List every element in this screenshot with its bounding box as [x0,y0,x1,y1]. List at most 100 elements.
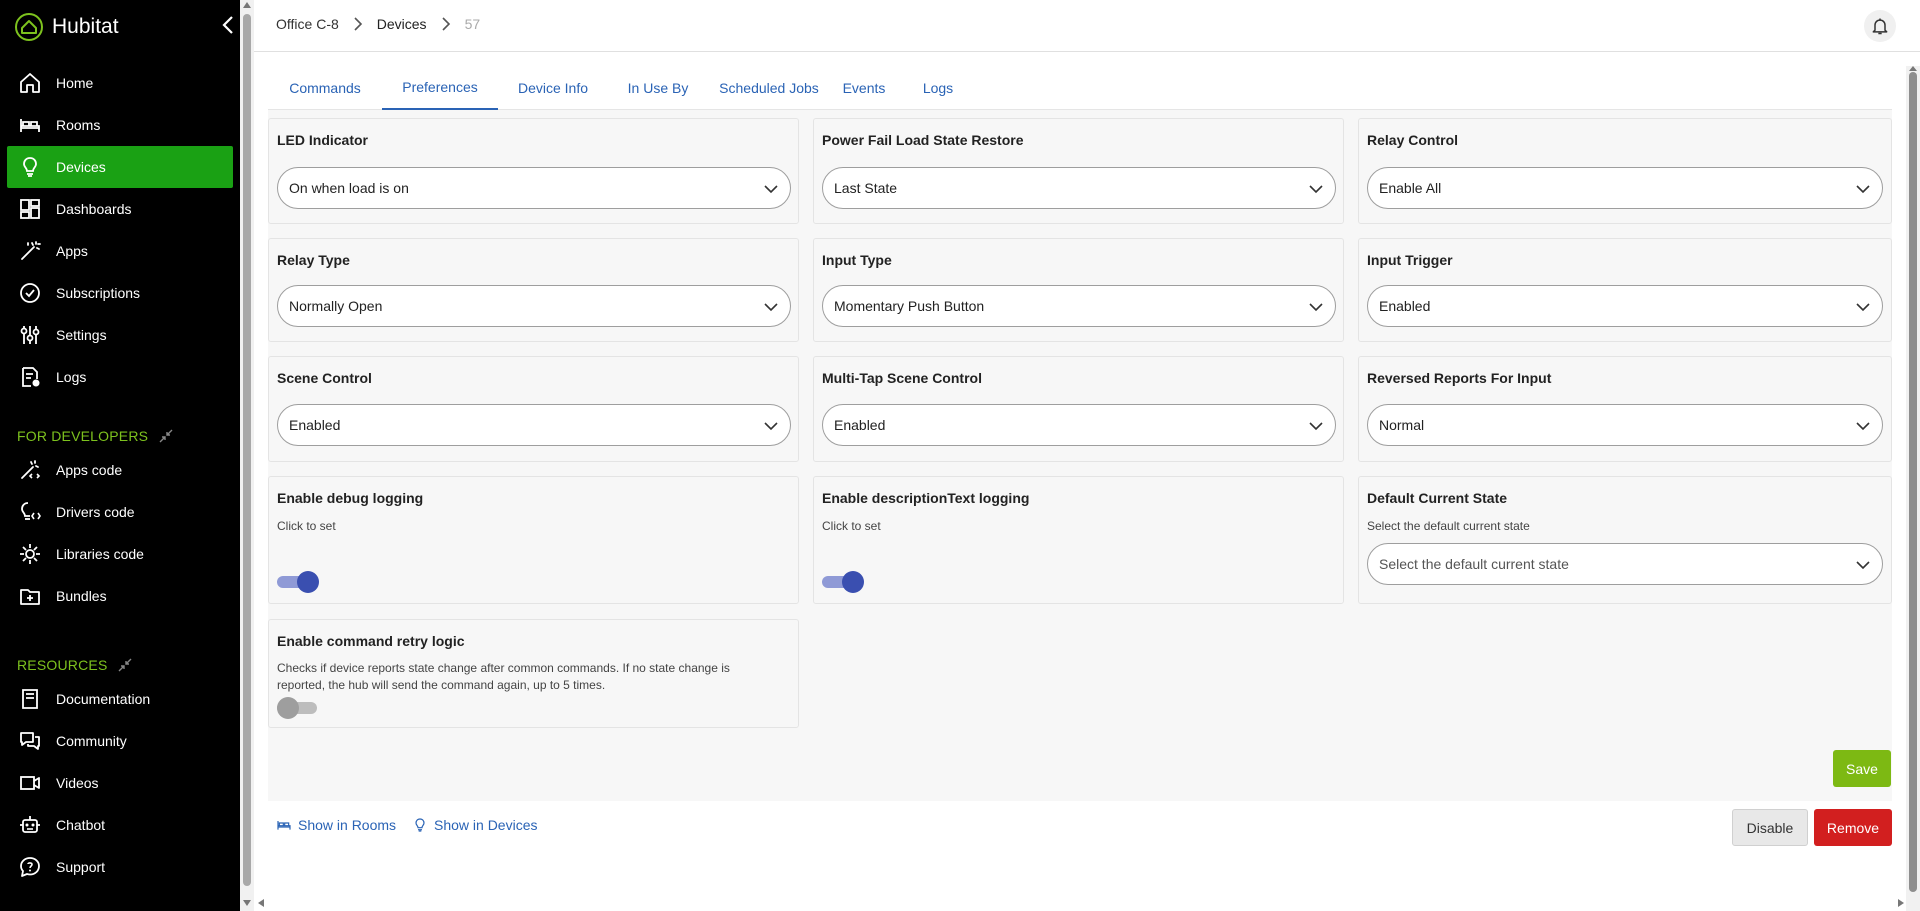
sidebar-item-apps-code[interactable]: Apps code [7,449,233,491]
tab-commands[interactable]: Commands [268,66,382,110]
power-fail-select[interactable]: Last State [822,167,1336,209]
tab-device-info[interactable]: Device Info [498,66,608,110]
sidebar-item-videos[interactable]: Videos [7,762,233,804]
save-button[interactable]: Save [1833,750,1891,787]
debug-logging-toggle[interactable] [277,570,321,594]
breadcrumb-hub[interactable]: Office C-8 [276,16,339,32]
pref-title: Input Trigger [1367,252,1453,268]
pref-relay-type: Relay Type Normally Open [268,238,799,342]
device-footer: Show in Rooms Show in Devices Disable Re… [268,801,1892,851]
content-scrollbar[interactable] [1906,66,1920,911]
pref-power-fail: Power Fail Load State Restore Last State [813,118,1344,224]
sidebar-item-logs[interactable]: Logs [7,356,233,398]
chevron-left-icon[interactable] [220,14,236,36]
pref-multitap-scene: Multi-Tap Scene Control Enabled [813,356,1344,462]
sidebar: Hubitat Home Rooms Devices Dashboards Ap… [0,0,240,911]
pref-led-indicator: LED Indicator On when load is on [268,118,799,224]
scroll-down-arrow-icon[interactable] [243,900,251,906]
pref-default-state: Default Current State Select the default… [1358,476,1892,604]
sidebar-item-rooms[interactable]: Rooms [7,104,233,146]
tab-scheduled-jobs[interactable]: Scheduled Jobs [708,66,830,110]
sidebar-item-bundles[interactable]: Bundles [7,575,233,617]
sidebar-item-documentation[interactable]: Documentation [7,678,233,720]
led-indicator-select[interactable]: On when load is on [277,167,791,209]
section-resources[interactable]: RESOURCES [17,657,133,673]
sidebar-item-home[interactable]: Home [7,62,233,104]
scroll-up-arrow-icon[interactable] [1909,66,1917,71]
pref-title: Multi-Tap Scene Control [822,370,982,386]
sidebar-item-label: Logs [56,369,87,385]
sidebar-item-label: Libraries code [56,546,144,562]
apps-code-icon [21,460,41,479]
retry-logic-toggle[interactable] [277,696,321,720]
breadcrumb-devices[interactable]: Devices [377,16,427,32]
show-in-rooms-link[interactable]: Show in Rooms [276,817,396,833]
sidebar-item-settings[interactable]: Settings [7,314,233,356]
select-value: Enable All [1379,180,1442,196]
multitap-scene-select[interactable]: Enabled [822,404,1336,446]
select-value: Enabled [1379,298,1431,314]
sidebar-item-libraries-code[interactable]: Libraries code [7,533,233,575]
sidebar-item-community[interactable]: Community [7,720,233,762]
sidebar-item-apps[interactable]: Apps [7,230,233,272]
scroll-left-arrow-icon[interactable] [258,899,264,907]
tab-events[interactable]: Events [830,66,898,110]
chevron-down-icon [1309,303,1323,312]
breadcrumb-device-id: 57 [464,16,481,32]
sidebar-item-label: Rooms [56,117,101,133]
select-value: Last State [834,180,898,196]
sidebar-item-drivers-code[interactable]: Drivers code [7,491,233,533]
notifications-button[interactable] [1864,10,1896,42]
show-in-rooms-label: Show in Rooms [298,817,397,833]
pref-retry-logic: Enable command retry logic Checks if dev… [268,619,799,728]
disable-button[interactable]: Disable [1732,809,1808,846]
pref-title: Reversed Reports For Input [1367,370,1552,386]
pref-reversed-reports: Reversed Reports For Input Normal [1358,356,1892,462]
chevron-down-icon [1856,561,1870,570]
sidebar-item-label: Videos [56,775,99,791]
sidebar-item-label: Home [56,75,94,91]
select-placeholder: Select the default current state [1379,556,1569,572]
scene-control-select[interactable]: Enabled [277,404,791,446]
scrollbar-thumb[interactable] [243,14,251,886]
brand[interactable]: Hubitat [14,12,119,42]
scroll-right-arrow-icon[interactable] [1898,899,1904,907]
pref-input-trigger: Input Trigger Enabled [1358,238,1892,342]
tab-in-use-by[interactable]: In Use By [608,66,708,110]
tab-preferences[interactable]: Preferences [382,66,498,110]
page-scrollbar[interactable] [240,0,254,911]
sidebar-item-devices[interactable]: Devices [7,146,233,188]
description-logging-toggle[interactable] [822,570,866,594]
scroll-up-arrow-icon[interactable] [243,2,251,8]
collapse-arrows-icon[interactable] [117,657,133,673]
pref-title: Power Fail Load State Restore [822,132,1024,148]
chevron-down-icon [764,422,778,431]
log-file-icon [22,367,40,387]
relay-control-select[interactable]: Enable All [1367,167,1883,209]
collapse-arrows-icon[interactable] [158,428,174,444]
pref-scene-control: Scene Control Enabled [268,356,799,462]
input-type-select[interactable]: Momentary Push Button [822,285,1336,327]
sidebar-item-dashboards[interactable]: Dashboards [7,188,233,230]
sidebar-item-support[interactable]: Support [7,846,233,888]
tab-logs[interactable]: Logs [898,66,978,110]
reversed-reports-select[interactable]: Normal [1367,404,1883,446]
chat-bubbles-icon [20,732,40,750]
sidebar-item-label: Apps code [56,462,123,478]
lightbulb-icon [415,818,425,832]
default-state-select[interactable]: Select the default current state [1367,543,1883,585]
scrollbar-thumb[interactable] [1909,72,1917,892]
section-for-developers[interactable]: FOR DEVELOPERS [17,428,174,444]
pref-title: Enable debug logging [277,490,424,506]
select-value: Momentary Push Button [834,298,985,314]
check-circle-icon [20,283,40,303]
show-in-devices-link[interactable]: Show in Devices [412,817,538,833]
remove-button[interactable]: Remove [1814,809,1892,846]
input-trigger-select[interactable]: Enabled [1367,285,1883,327]
section-title: FOR DEVELOPERS [17,428,149,444]
sidebar-item-subscriptions[interactable]: Subscriptions [7,272,233,314]
relay-type-select[interactable]: Normally Open [277,285,791,327]
show-in-devices-label: Show in Devices [434,817,538,833]
select-value: On when load is on [289,180,409,196]
sidebar-item-chatbot[interactable]: Chatbot [7,804,233,846]
